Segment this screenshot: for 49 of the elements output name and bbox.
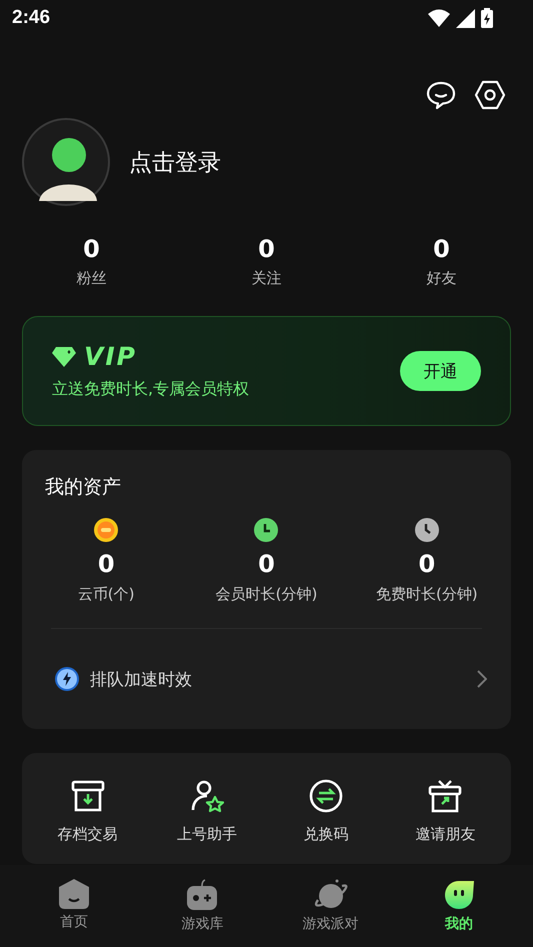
vip-title: VIP xyxy=(84,342,137,371)
lightning-icon xyxy=(54,666,80,692)
wifi-icon xyxy=(428,9,450,27)
queue-label: 排队加速时效 xyxy=(90,668,192,690)
asset-value: 0 xyxy=(258,550,275,578)
settings-icon[interactable] xyxy=(474,80,506,110)
diamond-icon xyxy=(52,346,76,366)
exchange-icon xyxy=(309,779,344,813)
vip-subtitle: 立送免费时长,专属会员特权 xyxy=(52,379,250,400)
asset-value: 0 xyxy=(98,550,115,578)
vip-card[interactable]: VIP 立送免费时长,专属会员特权 开通 xyxy=(22,316,511,426)
login-link[interactable]: 点击登录 xyxy=(129,146,221,178)
stat-label[interactable]: 好友 xyxy=(426,269,456,288)
signal-icon xyxy=(456,8,475,28)
activate-button[interactable]: 开通 xyxy=(400,351,481,391)
user-star-icon xyxy=(190,779,224,813)
box-icon xyxy=(70,779,105,813)
asset-value: 0 xyxy=(418,550,436,578)
asset-label: 免费时长(分钟) xyxy=(376,585,478,604)
asset-label: 会员时长(分钟) xyxy=(216,585,318,604)
chevron-icon xyxy=(477,670,487,688)
tool-item[interactable]: 邀请朋友 xyxy=(386,779,505,844)
gift-icon xyxy=(428,779,462,813)
clock-icon xyxy=(253,517,280,543)
queue-row[interactable]: 排队加速时效 xyxy=(22,629,511,729)
nav-tab[interactable]: 游戏派对 xyxy=(266,865,395,947)
message-icon[interactable] xyxy=(426,80,456,110)
section-title: 我的资产 xyxy=(44,475,122,500)
planet-icon xyxy=(312,879,349,911)
clock: 2:46 xyxy=(12,7,50,29)
nav-tab[interactable]: 首页 xyxy=(10,865,138,947)
gamepad-icon xyxy=(186,879,218,911)
tool-item[interactable]: 上号助手 xyxy=(147,779,266,844)
coin-icon xyxy=(93,517,120,543)
stat-value: 0 xyxy=(433,235,450,263)
avatar-icon[interactable] xyxy=(21,117,111,207)
stat-value: 0 xyxy=(83,235,100,263)
stat-label[interactable]: 粉丝 xyxy=(76,269,106,288)
nav-tab[interactable]: 游戏库 xyxy=(138,865,266,947)
stat-label[interactable]: 关注 xyxy=(252,269,282,288)
tool-item[interactable]: 存档交易 xyxy=(28,779,148,844)
nav-tab[interactable]: 我的 xyxy=(394,865,523,947)
home-icon xyxy=(58,879,90,909)
smiley-icon xyxy=(442,879,475,911)
battery-icon xyxy=(481,8,493,28)
stat-value: 0 xyxy=(258,235,275,263)
tool-item[interactable]: 兑换码 xyxy=(266,779,386,844)
asset-label: 云币(个) xyxy=(78,585,135,604)
clock-icon xyxy=(414,517,440,543)
